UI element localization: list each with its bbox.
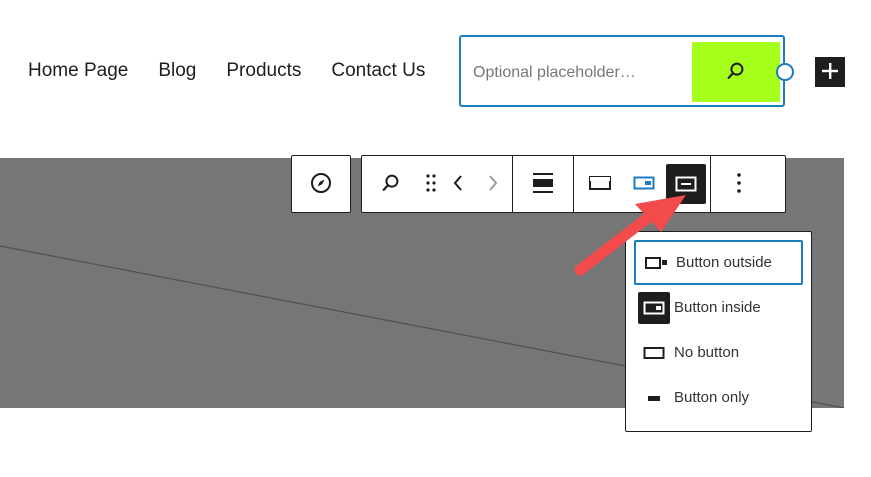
more-options-icon bbox=[736, 172, 742, 197]
more-options-button[interactable] bbox=[711, 156, 767, 212]
resize-handle[interactable] bbox=[776, 63, 794, 81]
menu-item-label: Button only bbox=[674, 389, 750, 406]
chevron-right-icon bbox=[487, 174, 499, 195]
nav-link-blog[interactable]: Blog bbox=[158, 60, 196, 82]
drag-handle-button[interactable] bbox=[420, 156, 442, 212]
menu-item-label: Button inside bbox=[674, 299, 761, 316]
justification-button[interactable] bbox=[513, 156, 573, 212]
menu-item-button-inside[interactable]: Button inside bbox=[634, 285, 803, 330]
nav-link-home-page[interactable]: Home Page bbox=[28, 60, 128, 82]
plus-icon bbox=[821, 62, 839, 83]
search-block[interactable] bbox=[459, 35, 794, 107]
no-button-icon bbox=[638, 337, 670, 369]
menu-item-button-outside[interactable]: Button outside bbox=[634, 240, 803, 285]
search-icon bbox=[725, 60, 747, 85]
chevron-left-icon bbox=[452, 174, 464, 195]
button-outside-toolbar-button[interactable] bbox=[574, 156, 626, 212]
nav-link-contact-us[interactable]: Contact Us bbox=[331, 60, 425, 82]
no-button-icon bbox=[666, 164, 706, 204]
site-navigation: Home Page Blog Products Contact Us bbox=[28, 60, 425, 82]
navigation-parent-button[interactable] bbox=[292, 156, 350, 212]
block-toolbar-parent bbox=[291, 155, 351, 213]
move-left-button[interactable] bbox=[442, 156, 474, 212]
menu-item-label: No button bbox=[674, 344, 740, 361]
search-icon bbox=[380, 172, 402, 197]
drag-handle-icon bbox=[426, 173, 436, 196]
nav-link-products[interactable]: Products bbox=[226, 60, 301, 82]
justify-icon bbox=[532, 171, 554, 198]
search-block-type-button[interactable] bbox=[362, 156, 420, 212]
move-right-button[interactable] bbox=[474, 156, 512, 212]
search-submit-button[interactable] bbox=[692, 42, 780, 102]
menu-item-label: Button outside bbox=[676, 254, 772, 271]
add-block-button[interactable] bbox=[815, 57, 845, 87]
menu-item-button-only[interactable]: Button only bbox=[634, 375, 803, 420]
button-position-toggle[interactable] bbox=[662, 156, 710, 212]
block-toolbar bbox=[361, 155, 786, 213]
button-position-dropdown: Button outside Button inside No button B… bbox=[625, 231, 812, 432]
button-inside-icon bbox=[633, 176, 655, 193]
button-only-icon bbox=[638, 382, 670, 414]
compass-icon bbox=[309, 171, 333, 198]
button-inside-icon bbox=[638, 291, 670, 324]
button-inside-toolbar-button[interactable] bbox=[626, 156, 662, 212]
search-input[interactable] bbox=[471, 57, 687, 89]
button-outside-icon bbox=[640, 247, 672, 279]
button-outside-icon bbox=[589, 175, 611, 193]
menu-item-no-button[interactable]: No button bbox=[634, 330, 803, 375]
